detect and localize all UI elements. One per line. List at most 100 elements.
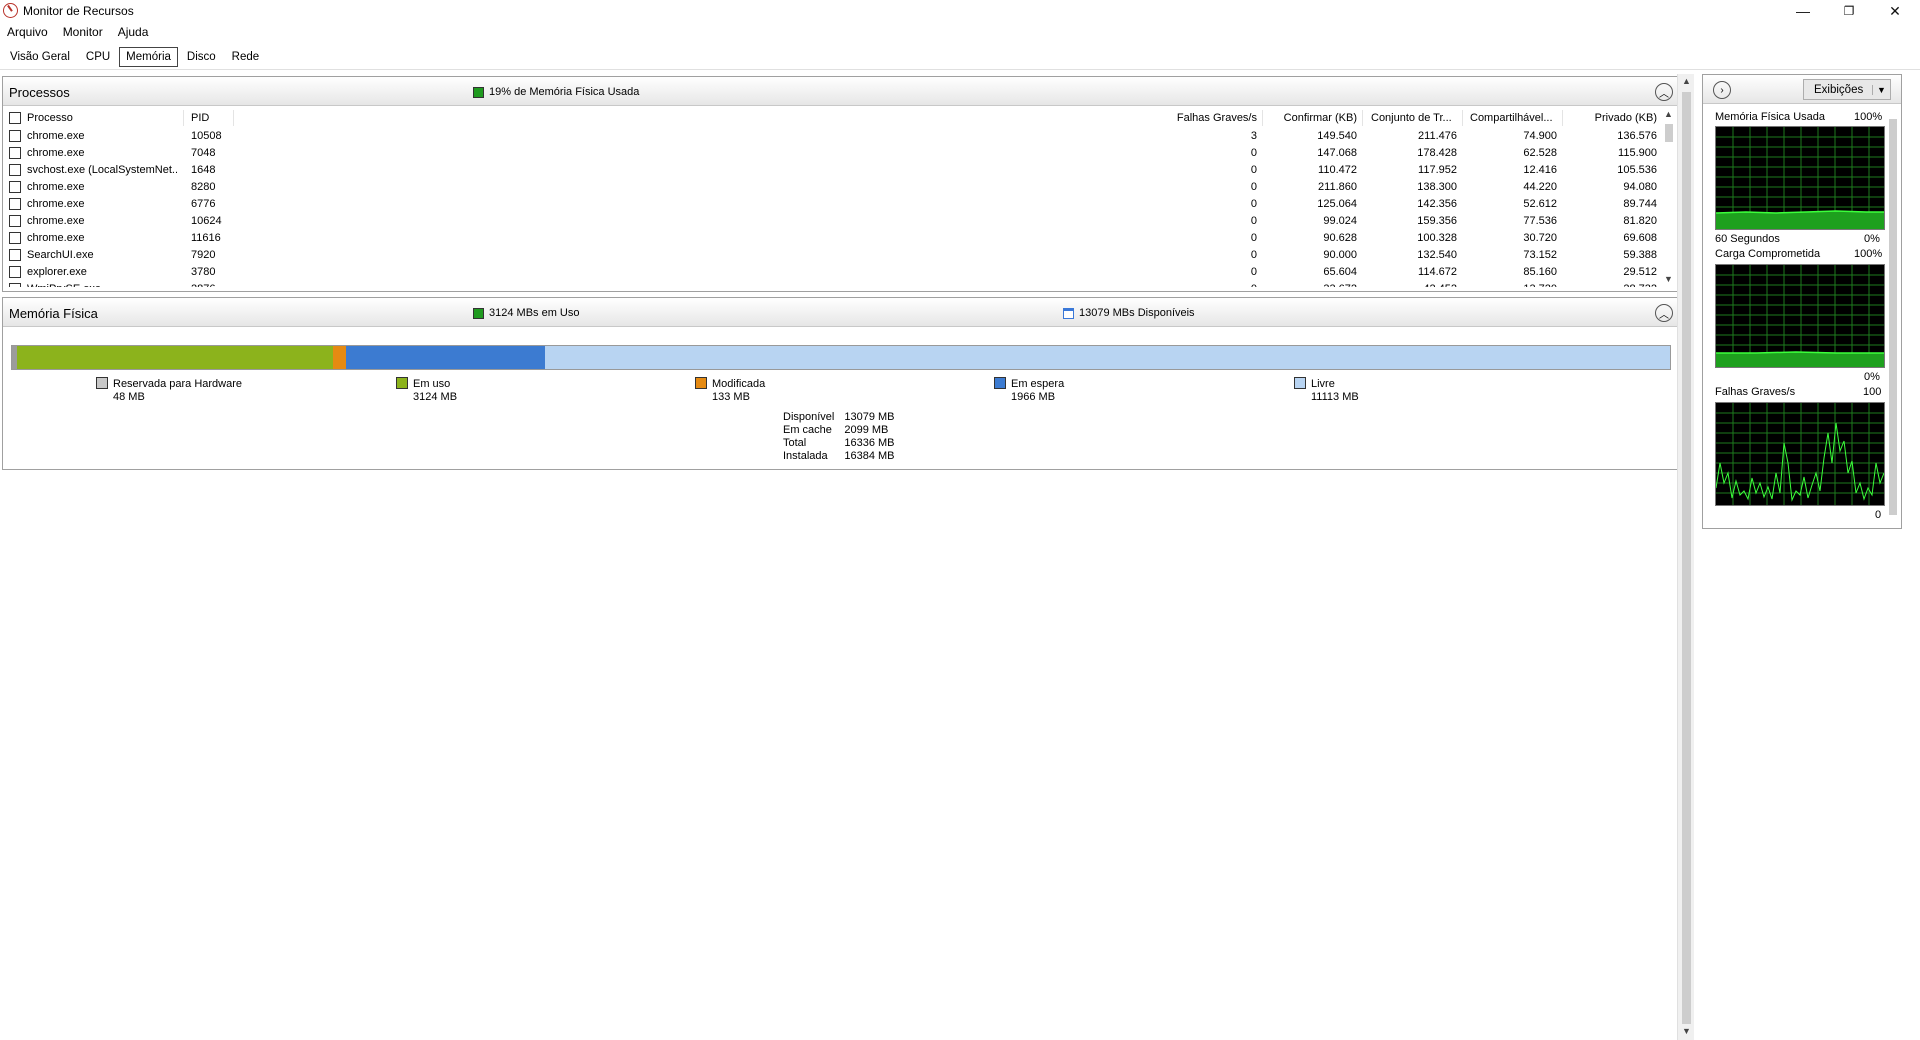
chevron-down-icon[interactable]: ▼ <box>1872 84 1890 95</box>
cell-pid: 2876 <box>191 283 231 287</box>
main-scrollbar[interactable]: ▲ ▼ <box>1677 74 1694 1040</box>
menu-bar: Arquivo Monitor Ajuda <box>0 22 156 42</box>
memory-usage-bar <box>11 345 1671 370</box>
views-button[interactable]: Exibições ▼ <box>1803 79 1891 100</box>
table-row[interactable]: SearchUI.exe 7920 0 90.000 132.540 73.152 59.3… <box>3 247 1659 264</box>
restore-button[interactable]: ❐ <box>1826 0 1872 22</box>
table-row[interactable]: chrome.exe 10624 0 99.024 159.356 77.536 81.82… <box>3 213 1659 230</box>
collapse-physical-button[interactable]: ︿ <box>1655 304 1673 322</box>
legend-free-label: Livre <box>1311 378 1335 390</box>
bar-segment-inuse <box>16 346 333 369</box>
menu-ajuda[interactable]: Ajuda <box>111 22 157 42</box>
main-scroll-down-arrow[interactable]: ▼ <box>1678 1024 1695 1039</box>
scroll-down-arrow[interactable]: ▼ <box>1660 272 1677 287</box>
col-confirmar[interactable]: Confirmar (KB) <box>1265 107 1357 127</box>
graph-physical-title: Memória Física Usada <box>1715 111 1826 123</box>
cell-commit: 211.860 <box>1318 181 1357 193</box>
cell-share: 85.160 <box>1523 266 1557 278</box>
cell-share: 73.152 <box>1523 249 1557 261</box>
row-checkbox[interactable] <box>9 215 21 227</box>
cell-commit: 125.064 <box>1317 198 1357 210</box>
tab-disco[interactable]: Disco <box>180 47 223 67</box>
cell-pid: 11616 <box>191 232 221 244</box>
table-row[interactable]: WmiPrvSE.exe 2876 0 33.672 42.452 13.720 28.73… <box>3 281 1659 287</box>
graph-faults-title: Falhas Graves/s <box>1715 386 1796 398</box>
tab-visao-geral[interactable]: Visão Geral <box>3 47 77 67</box>
cell-ws: 117.952 <box>1418 164 1457 176</box>
table-row[interactable]: chrome.exe 11616 0 90.628 100.328 30.720 69.60… <box>3 230 1659 247</box>
menu-monitor[interactable]: Monitor <box>56 22 111 42</box>
legend-in-use: Em uso 3124 MB <box>396 377 457 403</box>
status-color-square <box>473 86 484 98</box>
row-checkbox[interactable] <box>9 181 21 193</box>
cell-pid: 10624 <box>191 215 222 227</box>
cell-ws: 132.540 <box>1417 249 1457 261</box>
cell-faults: 0 <box>1250 181 1257 193</box>
tab-cpu[interactable]: CPU <box>79 47 117 67</box>
cell-name: SearchUI.exe <box>27 249 94 261</box>
legend-standby-value: 1966 MB <box>1011 391 1056 403</box>
row-checkbox[interactable] <box>9 283 21 287</box>
table-row[interactable]: chrome.exe 7048 0 147.068 178.428 62.528 115.9… <box>3 145 1659 162</box>
menu-arquivo[interactable]: Arquivo <box>0 22 56 42</box>
row-checkbox[interactable] <box>9 164 21 176</box>
row-checkbox[interactable] <box>9 266 21 278</box>
minimize-button[interactable]: — <box>1780 0 1826 22</box>
tab-memoria[interactable]: Memória <box>119 47 178 67</box>
cell-name: explorer.exe <box>27 266 87 278</box>
cell-ws: 211.476 <box>1418 130 1457 142</box>
graphs-scroll-thumb[interactable] <box>1889 119 1897 515</box>
row-checkbox[interactable] <box>9 249 21 261</box>
cell-commit: 90.628 <box>1323 232 1357 244</box>
table-row[interactable]: chrome.exe 6776 0 125.064 142.356 52.612 89.74… <box>3 196 1659 213</box>
commit-charge-line <box>1716 351 1884 354</box>
cell-faults: 0 <box>1250 266 1257 278</box>
graph-physical-bottom: 0% <box>1864 233 1880 245</box>
row-checkbox[interactable] <box>9 232 21 244</box>
cell-commit: 147.068 <box>1317 147 1357 159</box>
cell-priv: 59.388 <box>1623 249 1657 261</box>
tab-rede[interactable]: Rede <box>225 47 267 67</box>
row-checkbox[interactable] <box>9 147 21 159</box>
table-row[interactable]: explorer.exe 3780 0 65.604 114.672 85.160 29.5… <box>3 264 1659 281</box>
collapse-graphs-button[interactable]: › <box>1713 81 1731 99</box>
cell-ws: 114.672 <box>1418 266 1457 278</box>
col-compartilhavel[interactable]: Compartilhável... <box>1470 107 1560 127</box>
close-button[interactable]: ✕ <box>1872 0 1918 22</box>
cell-commit: 99.024 <box>1323 215 1357 227</box>
available-text: 13079 MBs Disponíveis <box>1079 307 1195 319</box>
main-scroll-up-arrow[interactable]: ▲ <box>1678 74 1695 89</box>
scroll-up-arrow[interactable]: ▲ <box>1660 107 1677 122</box>
main-scroll-thumb[interactable] <box>1682 92 1691 1024</box>
summary-value: 13079 MB <box>844 411 895 423</box>
summary-label: Instalada <box>783 450 828 462</box>
col-privado[interactable]: Privado (KB) <box>1563 107 1657 127</box>
col-pid[interactable]: PID <box>191 107 209 127</box>
col-conjunto[interactable]: Conjunto de Tr... <box>1371 107 1461 127</box>
cell-priv: 81.820 <box>1623 215 1657 227</box>
processes-scrollbar[interactable]: ▲ ▼ <box>1660 107 1677 287</box>
row-checkbox[interactable] <box>9 130 21 142</box>
physical-memory-header[interactable]: Memória Física 3124 MBs em Uso 13079 MBs… <box>3 298 1677 327</box>
bar-segment-standby <box>346 346 546 369</box>
graphs-scrollbar[interactable] <box>1885 103 1900 528</box>
tab-strip: Visão Geral CPU Memória Disco Rede <box>3 47 268 67</box>
col-falhas[interactable]: Falhas Graves/s <box>1163 107 1257 127</box>
col-processo[interactable]: Processo <box>27 107 73 127</box>
in-use-status: 3124 MBs em Uso <box>473 307 579 319</box>
cell-share: 52.612 <box>1523 198 1557 210</box>
cell-commit: 33.672 <box>1265 283 1357 287</box>
scroll-thumb[interactable] <box>1665 124 1673 142</box>
table-row[interactable]: chrome.exe 10508 3 149.540 211.476 74.900 136.… <box>3 128 1659 145</box>
select-all-checkbox[interactable] <box>9 112 21 124</box>
collapse-processes-button[interactable]: ︿ <box>1655 83 1673 101</box>
table-row[interactable]: chrome.exe 8280 0 211.860 138.300 44.220 94.08… <box>3 179 1659 196</box>
processes-header[interactable]: Processos 19% de Memória Física Usada ︿ <box>3 77 1677 106</box>
legend-hardware-value: 48 MB <box>113 391 145 403</box>
row-checkbox[interactable] <box>9 198 21 210</box>
legend-standby-label: Em espera <box>1011 378 1065 390</box>
views-label: Exibições <box>1814 83 1864 96</box>
legend-modified-value: 133 MB <box>712 391 750 403</box>
table-row[interactable]: svchost.exe (LocalSystemNet... 1648 0 110.4… <box>3 162 1659 179</box>
cell-faults: 0 <box>1250 249 1257 261</box>
